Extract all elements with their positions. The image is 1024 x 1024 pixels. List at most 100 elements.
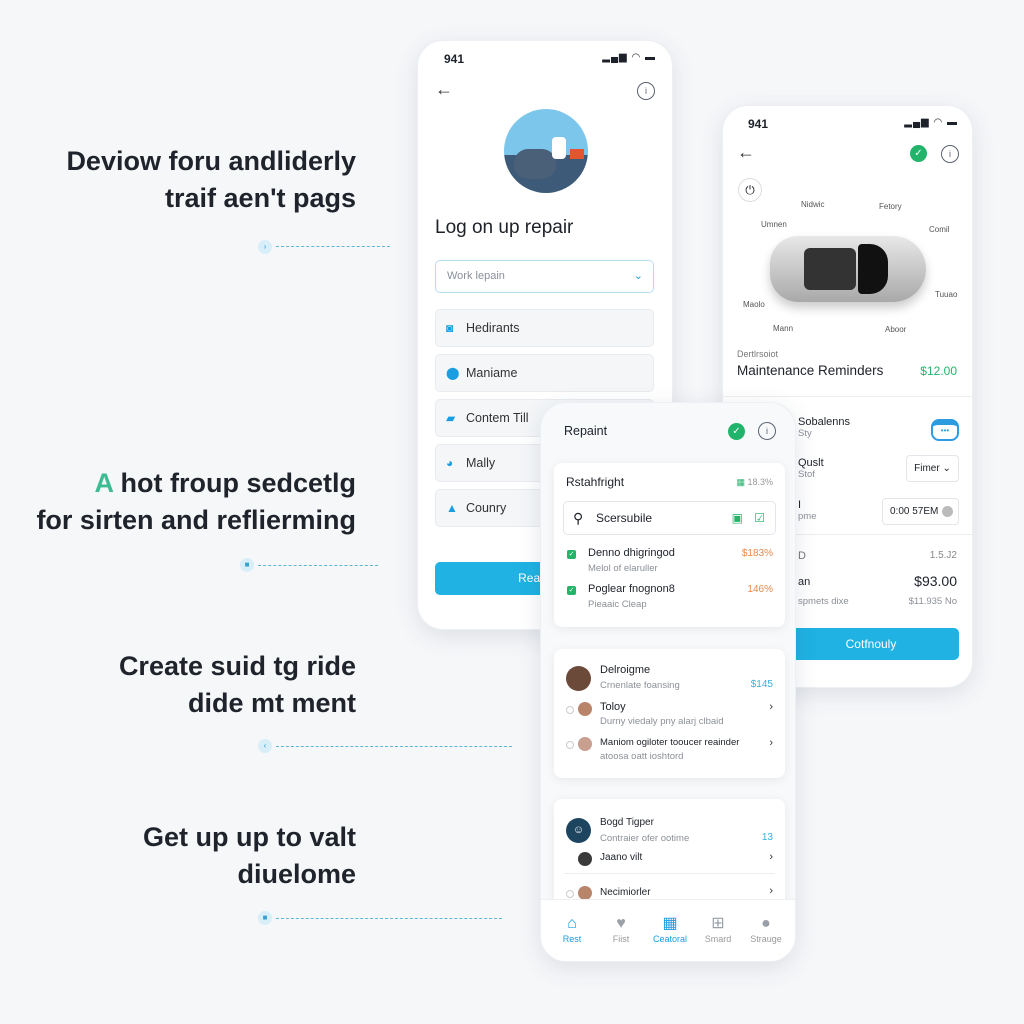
field-maniame[interactable]: ⬤ Maniame xyxy=(435,354,654,392)
card-value: $145 xyxy=(750,679,773,690)
item-sub: Pieaaic Cleap xyxy=(588,599,647,610)
grid-icon: ⊞ xyxy=(711,915,725,932)
car-label: Nidwic xyxy=(801,200,825,209)
checkbox-checked[interactable]: ✓ xyxy=(567,550,576,559)
car-label: Umnen xyxy=(761,220,787,229)
brand-avatar-icon: ☺ xyxy=(566,818,591,843)
nav-smard[interactable]: ⊞ Smard xyxy=(696,914,740,944)
toggle-switch[interactable]: ••• xyxy=(931,419,959,441)
nav-label: Smard xyxy=(704,934,732,944)
row-title: Quslt xyxy=(798,457,824,469)
step-marker-icon: ■ xyxy=(240,558,254,572)
search-input[interactable]: ⚲ Scersubile ▣ ☑ xyxy=(563,501,776,535)
list-item[interactable]: Toloy Durny viedaly pny alarj clbaid xyxy=(600,701,724,727)
item-title: Denno dhigringod xyxy=(588,547,675,559)
check-icon: ✓ xyxy=(910,145,927,162)
chevron-down-icon: ⌄ xyxy=(942,463,951,474)
nav-fiist[interactable]: ♥ Fiist xyxy=(599,914,643,944)
row-title: Sobalenns xyxy=(798,416,850,428)
power-icon[interactable]: ⏻ xyxy=(738,178,762,202)
signal-wifi-battery-icon: ▂▄▆ ◠ ▬ xyxy=(602,52,656,63)
chevron-down-icon: ⌄ xyxy=(633,270,643,282)
search-value: Scersubile xyxy=(596,511,653,525)
field-hedirants[interactable]: ◙ Hedirants xyxy=(435,309,654,347)
avatar xyxy=(566,666,591,691)
checkbox-checked[interactable]: ✓ xyxy=(567,586,576,595)
bottom-nav: ⌂ Rest ♥ Fiist ▦ Ceatoral ⊞ Smard ● Strauge xyxy=(541,899,795,961)
repair-illustration xyxy=(504,109,588,193)
row-value: 1.5.J2 xyxy=(929,550,957,561)
avatar xyxy=(578,702,592,716)
nav-strauge[interactable]: ● Strauge xyxy=(744,914,788,944)
info-icon[interactable]: i xyxy=(941,145,959,163)
total-value: $93.00 xyxy=(914,573,957,589)
divider xyxy=(723,396,972,397)
connector-line xyxy=(258,565,378,566)
avatar xyxy=(578,852,592,866)
info-icon[interactable]: i xyxy=(758,422,776,440)
card-sub: Crnenlate foansing xyxy=(600,680,680,691)
chevron-right-icon[interactable]: › xyxy=(769,851,773,863)
chevron-right-icon[interactable]: › xyxy=(769,701,773,713)
continue-button[interactable]: Cotfnouly xyxy=(783,628,959,660)
headline-3: Create suid tg ride dide mt ment xyxy=(119,648,356,722)
screen-title: Repaint xyxy=(564,424,608,438)
nav-label: Fiist xyxy=(612,934,630,944)
card-sub: Contraier ofer ootime xyxy=(600,833,690,844)
list-item[interactable]: Maniom ogiloter tooucer reainder atoosa o… xyxy=(600,737,739,762)
tag-icon: ◙ xyxy=(446,321,454,335)
input-value: 0:00 57EM xyxy=(890,506,939,517)
calendar-icon: ▦ xyxy=(662,915,678,932)
field-label: Counry xyxy=(466,501,507,515)
nav-rest[interactable]: ⌂ Rest xyxy=(550,914,594,944)
car-label: Fetory xyxy=(879,202,902,211)
headline-line: Create suid tg ride xyxy=(118,651,356,681)
car-label: Comil xyxy=(929,225,950,234)
card-title: Rstahfright xyxy=(566,475,625,489)
nav-ceatoral[interactable]: ▦ Ceatoral xyxy=(648,914,692,944)
stats-icon: ▦ xyxy=(736,477,745,487)
row-title: D xyxy=(798,550,806,562)
connector-line xyxy=(276,918,502,919)
row-title: an xyxy=(798,576,811,588)
edit-icon[interactable]: ☑ xyxy=(754,502,765,534)
car-label: Tuuao xyxy=(935,290,958,299)
field-label: Mally xyxy=(466,456,496,470)
setting-row: Sobalenns Sty xyxy=(798,416,850,439)
status-time: 941 xyxy=(444,52,465,66)
headline-line: diuelome xyxy=(237,859,356,889)
phone-repair-list: Repaint ✓ i Rstahfright ▦ 18.3% ⚲ Scersub… xyxy=(540,402,796,962)
radio-button[interactable] xyxy=(566,741,574,749)
repair-type-select[interactable]: Work lepain ⌄ xyxy=(435,260,654,293)
back-arrow-icon[interactable]: ← xyxy=(435,79,453,100)
clear-icon[interactable] xyxy=(942,506,953,517)
team-card: ☺ Bogd Tigper Contraier ofer ootime 13 J… xyxy=(554,799,785,909)
back-arrow-icon[interactable]: ← xyxy=(737,142,755,163)
heart-icon: ♥ xyxy=(616,915,626,932)
filter-icon[interactable]: ▣ xyxy=(732,502,743,534)
list-item[interactable]: Jaano vilt xyxy=(600,852,642,863)
select-placeholder: Work lepain xyxy=(447,270,505,282)
row-title: I xyxy=(798,499,802,511)
car-illustration xyxy=(770,236,926,302)
list-item[interactable]: Necimiorler xyxy=(600,887,651,898)
chevron-right-icon[interactable]: › xyxy=(769,737,773,749)
connector-line xyxy=(276,246,390,247)
signal-wifi-battery-icon: ▂▄▆ ◠ ▬ xyxy=(904,117,958,128)
item-sub: Durny viedaly pny alarj clbaid xyxy=(600,716,724,727)
select-value: Fimer xyxy=(914,463,940,474)
car-label: Maolo xyxy=(743,300,765,309)
info-icon[interactable]: i xyxy=(637,82,655,100)
list-item[interactable]: Denno dhigringod Melol of elaruller xyxy=(588,547,675,574)
chevron-right-icon[interactable]: › xyxy=(769,885,773,897)
time-input[interactable]: 0:00 57EM xyxy=(882,498,959,525)
item-title: Toloy xyxy=(600,701,626,713)
location-pin-icon: ⬤ xyxy=(446,366,460,380)
list-item[interactable]: Poglear fnognon8 Pieaaic Cleap xyxy=(588,583,675,610)
radio-button[interactable] xyxy=(566,890,574,898)
card-title: Delroigme xyxy=(600,664,651,676)
timer-select[interactable]: Fimer ⌄ xyxy=(906,455,959,482)
search-icon: ⚲ xyxy=(573,510,584,526)
radio-button[interactable] xyxy=(566,706,574,714)
folder-icon: ▰ xyxy=(446,411,456,425)
